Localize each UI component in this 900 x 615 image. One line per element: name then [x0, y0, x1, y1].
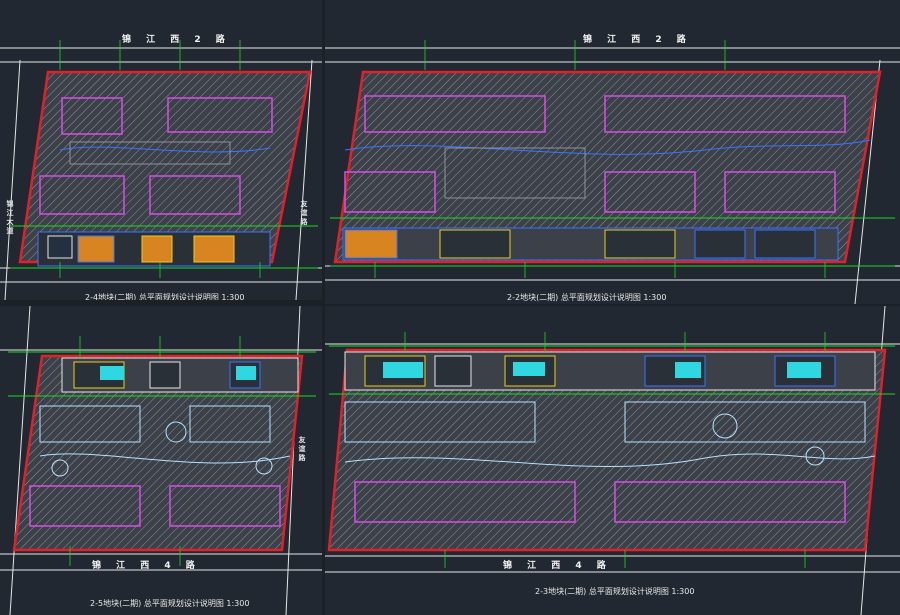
sheet-bottom-right: 锦 江 西 4 路 2-3地块(二期) 总平面规划设计说明图 1:300: [325, 306, 900, 615]
sheet-title: 2-4地块(二期) 总平面规划设计说明图 1:300: [85, 293, 245, 300]
sheet-title: 2-2地块(二期) 总平面规划设计说明图 1:300: [507, 293, 667, 302]
sheet-bottom-left: 锦 江 西 4 路 友 谊 路 2-5地块(二期) 总平面规划设计说明图 1:3…: [0, 306, 322, 615]
side-road-right: 友 谊 路: [298, 436, 306, 462]
side-road-right: 友 谊 路: [300, 200, 308, 226]
road-label-south: 锦 江 西 4 路: [92, 561, 201, 571]
sheet-top-right: 锦 江 西 2 路 2-2地块(二期) 总平面规划设计说明图 1:300: [325, 0, 900, 304]
sheet-title: 2-5地块(二期) 总平面规划设计说明图 1:300: [90, 599, 250, 608]
sheet-title: 2-3地块(二期) 总平面规划设计说明图 1:300: [535, 587, 695, 596]
road-label-north: 锦 江 西 2 路: [122, 35, 231, 45]
road-label-south: 锦 江 西 4 路: [503, 561, 612, 571]
site-plan-drawing: [325, 306, 900, 615]
road-label-north: 锦 江 西 2 路: [583, 35, 692, 45]
side-road-left: 锦 江 大 道: [6, 200, 14, 235]
site-plan-drawing: [325, 40, 900, 304]
site-plan-drawing: [0, 40, 322, 300]
sheet-top-left: 锦 江 西 2 路 锦 江 大 道 友 谊 路 2-4地块(二期) 总平面规划设…: [0, 0, 322, 300]
